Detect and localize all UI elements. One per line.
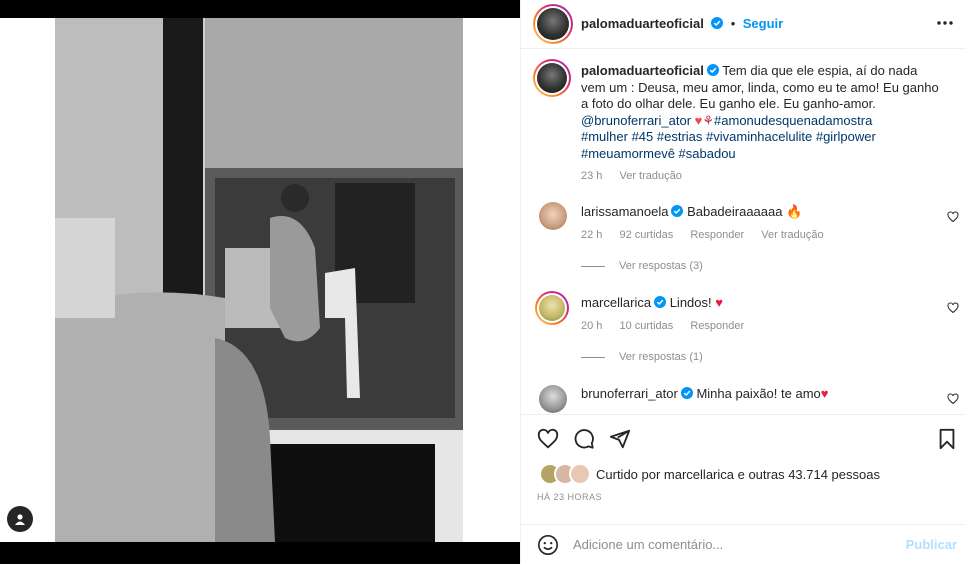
- likes-text: Curtido por marcellarica e outras 43.714…: [596, 466, 880, 482]
- comment-like-icon[interactable]: [947, 302, 959, 314]
- verified-icon: [654, 296, 667, 308]
- comment-username[interactable]: brunoferrari_ator: [581, 386, 678, 401]
- liker-avatars: [539, 463, 591, 485]
- media-letterbox-top: [0, 0, 520, 18]
- emoji-icon[interactable]: [537, 534, 559, 556]
- add-comment-bar: Adicione um comentário... Publicar: [521, 524, 966, 565]
- reply-button[interactable]: Responder: [690, 229, 744, 241]
- comment-icon[interactable]: [573, 428, 595, 450]
- comment-time[interactable]: 22 h: [581, 229, 602, 241]
- photo-illustration: [55, 18, 463, 542]
- heart-emoji: ♥: [715, 295, 723, 310]
- comment-text: Lindos!: [669, 295, 712, 310]
- caption-meta: 23 h Ver tradução: [581, 168, 953, 185]
- user-tag-button[interactable]: [7, 506, 33, 532]
- follow-button[interactable]: Seguir: [743, 16, 783, 31]
- share-icon[interactable]: [609, 428, 631, 450]
- post-photo[interactable]: [55, 18, 463, 542]
- comment-username[interactable]: larissamanoela: [581, 204, 668, 219]
- post-caption: palomaduarteoficial Tem dia que ele espi…: [581, 63, 953, 185]
- liker-avatar: [569, 463, 591, 485]
- comments-section: palomaduarteoficial Tem dia que ele espi…: [521, 49, 966, 414]
- caption-mention[interactable]: @brunoferrari_ator: [581, 113, 691, 128]
- caption-hashtags-2[interactable]: #mulher #45 #estrias #vivaminhacelulite …: [581, 129, 876, 144]
- comment-likes[interactable]: 92 curtidas: [619, 229, 673, 241]
- verified-icon: [671, 205, 684, 217]
- action-bar: [521, 414, 966, 463]
- comment-username[interactable]: marcellarica: [581, 295, 651, 310]
- caption-translate-button[interactable]: Ver tradução: [619, 170, 681, 182]
- comment-input[interactable]: Adicione um comentário...: [573, 537, 723, 552]
- verified-icon: [706, 64, 719, 76]
- commenter-avatar[interactable]: [535, 291, 569, 325]
- caption-time[interactable]: 23 h: [581, 170, 602, 182]
- caption-hashtags-3[interactable]: #meuamormevê #sabadou: [581, 146, 736, 161]
- caption-text-3: a foto do olhar dele. Eu ganho ele. Eu g…: [581, 96, 876, 111]
- heart-emoji: ♥: [820, 386, 829, 401]
- view-replies-button[interactable]: Ver respostas (3): [581, 260, 703, 272]
- comment-likes[interactable]: 10 curtidas: [619, 320, 673, 332]
- caption-hashtags-1[interactable]: #amonudesquenadamostra: [714, 113, 872, 128]
- save-icon[interactable]: [937, 428, 957, 450]
- post-timestamp[interactable]: HÁ 23 HORAS: [537, 492, 602, 502]
- fire-emoji: 🔥: [786, 204, 803, 219]
- caption-username[interactable]: palomaduarteoficial: [581, 63, 704, 78]
- caption-text-1: Tem dia que ele espia, aí do nada: [722, 63, 918, 78]
- likes-summary[interactable]: Curtido por marcellarica e outras 43.714…: [539, 462, 880, 486]
- view-replies-label: Ver respostas (1): [619, 351, 703, 363]
- comment-like-icon[interactable]: [947, 211, 959, 223]
- like-icon[interactable]: [537, 428, 559, 450]
- media-letterbox-bottom: [0, 542, 520, 564]
- reply-button[interactable]: Responder: [690, 320, 744, 332]
- comment-meta: 22 h 92 curtidas Responder Ver tradução: [581, 227, 931, 243]
- commenter-avatar[interactable]: [539, 385, 567, 413]
- comment-item: larissamanoela Babadeiraaaaaa 🔥 22 h 92 …: [581, 204, 931, 243]
- post-header: palomaduarteoficial • Seguir: [521, 0, 966, 49]
- verified-icon: [680, 387, 693, 399]
- comment-text: Minha paixão! te amo: [696, 386, 821, 401]
- comment-like-icon[interactable]: [947, 393, 959, 405]
- caption-avatar[interactable]: [533, 59, 571, 97]
- rose-emoji: ⚘: [702, 112, 715, 128]
- translate-button[interactable]: Ver tradução: [761, 229, 823, 241]
- author-username[interactable]: palomaduarteoficial: [581, 16, 704, 31]
- post-comment-button[interactable]: Publicar: [906, 537, 957, 552]
- comment-item: marcellarica Lindos! ♥ 20 h 10 curtidas …: [581, 295, 931, 334]
- view-replies-button[interactable]: Ver respostas (1): [581, 351, 703, 363]
- more-icon: [937, 21, 953, 25]
- comment-time[interactable]: 20 h: [581, 320, 602, 332]
- post-side-panel: palomaduarteoficial • Seguir palomaduart…: [520, 0, 966, 564]
- more-options-button[interactable]: [935, 13, 955, 38]
- verified-icon: [711, 17, 724, 29]
- comment-text: Babadeiraaaaaa: [687, 204, 783, 219]
- post-media: [0, 0, 520, 564]
- user-tag-icon: [15, 514, 25, 525]
- commenter-avatar[interactable]: [539, 202, 567, 230]
- comment-item: brunoferrari_ator Minha paixão! te amo♥: [581, 386, 931, 402]
- view-replies-label: Ver respostas (3): [619, 260, 703, 272]
- caption-text-2: vem um : Deusa, meu amor, linda, como eu…: [581, 79, 939, 95]
- author-avatar[interactable]: [533, 4, 573, 44]
- comment-meta: 20 h 10 curtidas Responder: [581, 318, 931, 334]
